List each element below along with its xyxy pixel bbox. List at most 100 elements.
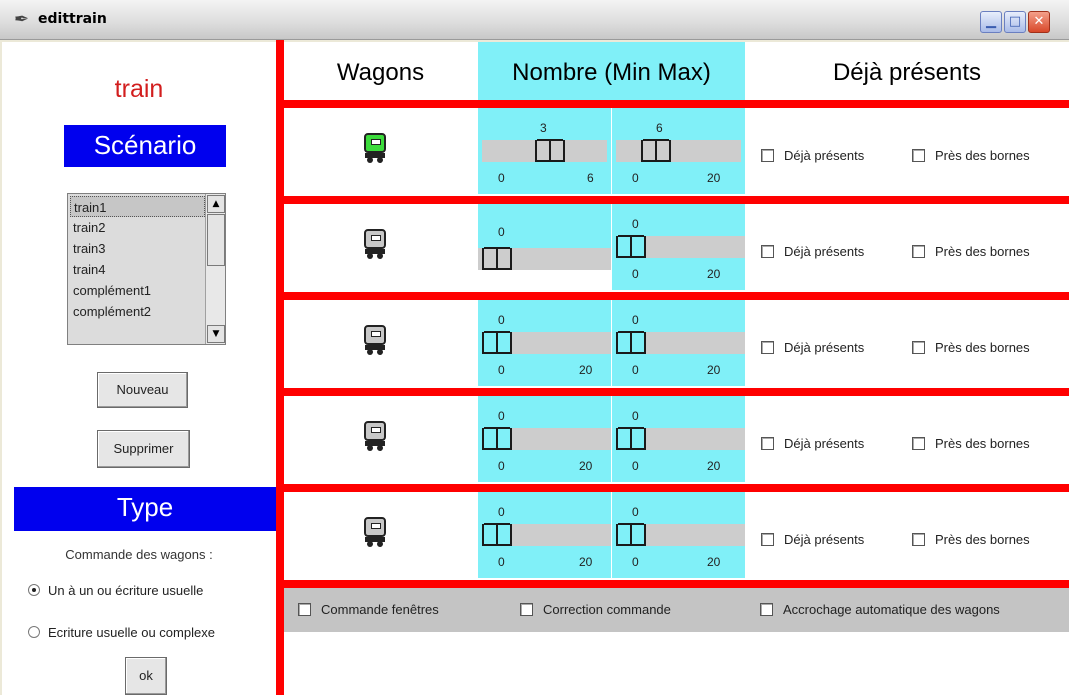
- slider-thumb[interactable]: [616, 427, 646, 450]
- scenario-list: train1 train2 train3 train4 complément1 …: [70, 196, 205, 322]
- pres-bornes-checkbox[interactable]: Près des bornes: [912, 244, 1030, 259]
- delete-button[interactable]: Supprimer: [97, 430, 190, 468]
- slider-thumb[interactable]: [482, 427, 512, 450]
- minimize-button[interactable]: ▁: [980, 11, 1002, 33]
- checkbox-icon[interactable]: [912, 437, 925, 450]
- pres-bornes-checkbox[interactable]: Près des bornes: [912, 148, 1030, 163]
- list-item[interactable]: complément1: [70, 280, 205, 301]
- scrollbar[interactable]: ▲ ▼: [205, 194, 225, 344]
- pres-bornes-checkbox[interactable]: Près des bornes: [912, 436, 1030, 451]
- slider-thumb[interactable]: [482, 247, 512, 270]
- title-bar: ✒ edittrain ▁ □ ✕: [0, 0, 1069, 40]
- grey-wagon-icon[interactable]: [363, 517, 387, 547]
- scenario-listbox[interactable]: train1 train2 train3 train4 complément1 …: [67, 193, 226, 345]
- scroll-up-button[interactable]: ▲: [207, 195, 225, 213]
- slider-track[interactable]: [616, 140, 741, 162]
- radio-option-complex[interactable]: Ecriture usuelle ou complexe: [28, 625, 215, 640]
- list-item[interactable]: complément2: [70, 301, 205, 322]
- radio-unselected-icon[interactable]: [28, 626, 40, 638]
- checkbox-icon[interactable]: [761, 437, 774, 450]
- checkbox-icon[interactable]: [761, 149, 774, 162]
- list-item[interactable]: train1: [70, 196, 205, 217]
- slider-max: 20: [707, 363, 721, 377]
- list-item[interactable]: train3: [70, 238, 205, 259]
- pres-bornes-checkbox[interactable]: Près des bornes: [912, 340, 1030, 355]
- correction-commande-checkbox[interactable]: Correction commande: [520, 602, 671, 617]
- min-slider: 0 0 20: [478, 396, 611, 482]
- min-slider: 3 0 6: [478, 108, 611, 194]
- ok-button[interactable]: ok: [125, 657, 167, 695]
- checkbox-label: Déjà présents: [784, 340, 865, 355]
- divider: [284, 292, 1069, 300]
- pres-bornes-checkbox[interactable]: Près des bornes: [912, 532, 1030, 547]
- grey-wagon-icon[interactable]: [363, 325, 387, 355]
- nombre-header: Nombre (Min Max): [478, 42, 745, 100]
- scroll-down-button[interactable]: ▼: [207, 325, 225, 343]
- slider-track[interactable]: [645, 332, 745, 354]
- checkbox-label: Déjà présents: [784, 436, 865, 451]
- slider-min: 0: [498, 363, 505, 377]
- slider-value: 0: [632, 505, 639, 519]
- grey-wagon-icon[interactable]: [363, 421, 387, 451]
- slider-min: 0: [498, 555, 505, 569]
- grey-wagon-icon[interactable]: [363, 229, 387, 259]
- divider: [284, 100, 1069, 108]
- slider-track[interactable]: [511, 524, 611, 546]
- checkbox-icon[interactable]: [520, 603, 533, 616]
- checkbox-icon[interactable]: [761, 533, 774, 546]
- slider-min: 0: [632, 267, 639, 281]
- list-item[interactable]: train4: [70, 259, 205, 280]
- divider: [284, 196, 1069, 204]
- slider-max: 20: [707, 267, 721, 281]
- slider-max: 6: [587, 171, 594, 185]
- scroll-thumb[interactable]: [207, 214, 225, 266]
- slider-thumb[interactable]: [641, 139, 671, 162]
- checkbox-icon[interactable]: [912, 245, 925, 258]
- checkbox-icon[interactable]: [912, 533, 925, 546]
- checkbox-icon[interactable]: [912, 149, 925, 162]
- slider-thumb[interactable]: [616, 235, 646, 258]
- slider-track[interactable]: [511, 332, 611, 354]
- deja-presents-checkbox[interactable]: Déjà présents: [761, 340, 864, 355]
- checkbox-icon[interactable]: [912, 341, 925, 354]
- slider-min: 0: [632, 171, 639, 185]
- page-title: train: [114, 75, 164, 103]
- deja-presents-checkbox[interactable]: Déjà présents: [761, 532, 864, 547]
- slider-track[interactable]: [645, 524, 745, 546]
- deja-presents-checkbox[interactable]: Déjà présents: [761, 436, 864, 451]
- radio-selected-icon[interactable]: [28, 584, 40, 596]
- max-slider: 0 0 20: [612, 204, 745, 290]
- max-slider: 0 0 20: [612, 396, 745, 482]
- checkbox-icon[interactable]: [761, 245, 774, 258]
- slider-thumb[interactable]: [616, 331, 646, 354]
- checkbox-icon[interactable]: [298, 603, 311, 616]
- checkbox-icon[interactable]: [761, 341, 774, 354]
- close-button[interactable]: ✕: [1028, 11, 1050, 33]
- accrochage-checkbox[interactable]: Accrochage automatique des wagons: [760, 602, 1000, 617]
- slider-thumb[interactable]: [616, 523, 646, 546]
- checkbox-icon[interactable]: [760, 603, 773, 616]
- deja-presents-checkbox[interactable]: Déjà présents: [761, 244, 864, 259]
- list-item[interactable]: train2: [70, 217, 205, 238]
- slider-max: 20: [579, 459, 593, 473]
- slider-value: 3: [540, 121, 547, 135]
- slider-thumb[interactable]: [482, 331, 512, 354]
- slider-thumb[interactable]: [482, 523, 512, 546]
- slider-value: 0: [632, 409, 639, 423]
- new-button[interactable]: Nouveau: [97, 372, 188, 408]
- commande-fenetres-checkbox[interactable]: Commande fenêtres: [298, 602, 439, 617]
- green-wagon-icon[interactable]: [363, 133, 387, 163]
- slider-track[interactable]: [511, 428, 611, 450]
- checkbox-label: Près des bornes: [935, 532, 1030, 547]
- slider-track[interactable]: [645, 428, 745, 450]
- left-panel: train Scénario train1 train2 train3 trai…: [2, 42, 276, 695]
- deja-presents-checkbox[interactable]: Déjà présents: [761, 148, 864, 163]
- slider-track[interactable]: [645, 236, 745, 258]
- max-slider: 0 0 20: [612, 492, 745, 578]
- maximize-button[interactable]: □: [1004, 11, 1026, 33]
- checkbox-label: Près des bornes: [935, 340, 1030, 355]
- radio-option-usual[interactable]: Un à un ou écriture usuelle: [28, 583, 203, 598]
- min-slider: 0: [478, 204, 611, 248]
- slider-thumb[interactable]: [535, 139, 565, 162]
- slider-min: 0: [632, 459, 639, 473]
